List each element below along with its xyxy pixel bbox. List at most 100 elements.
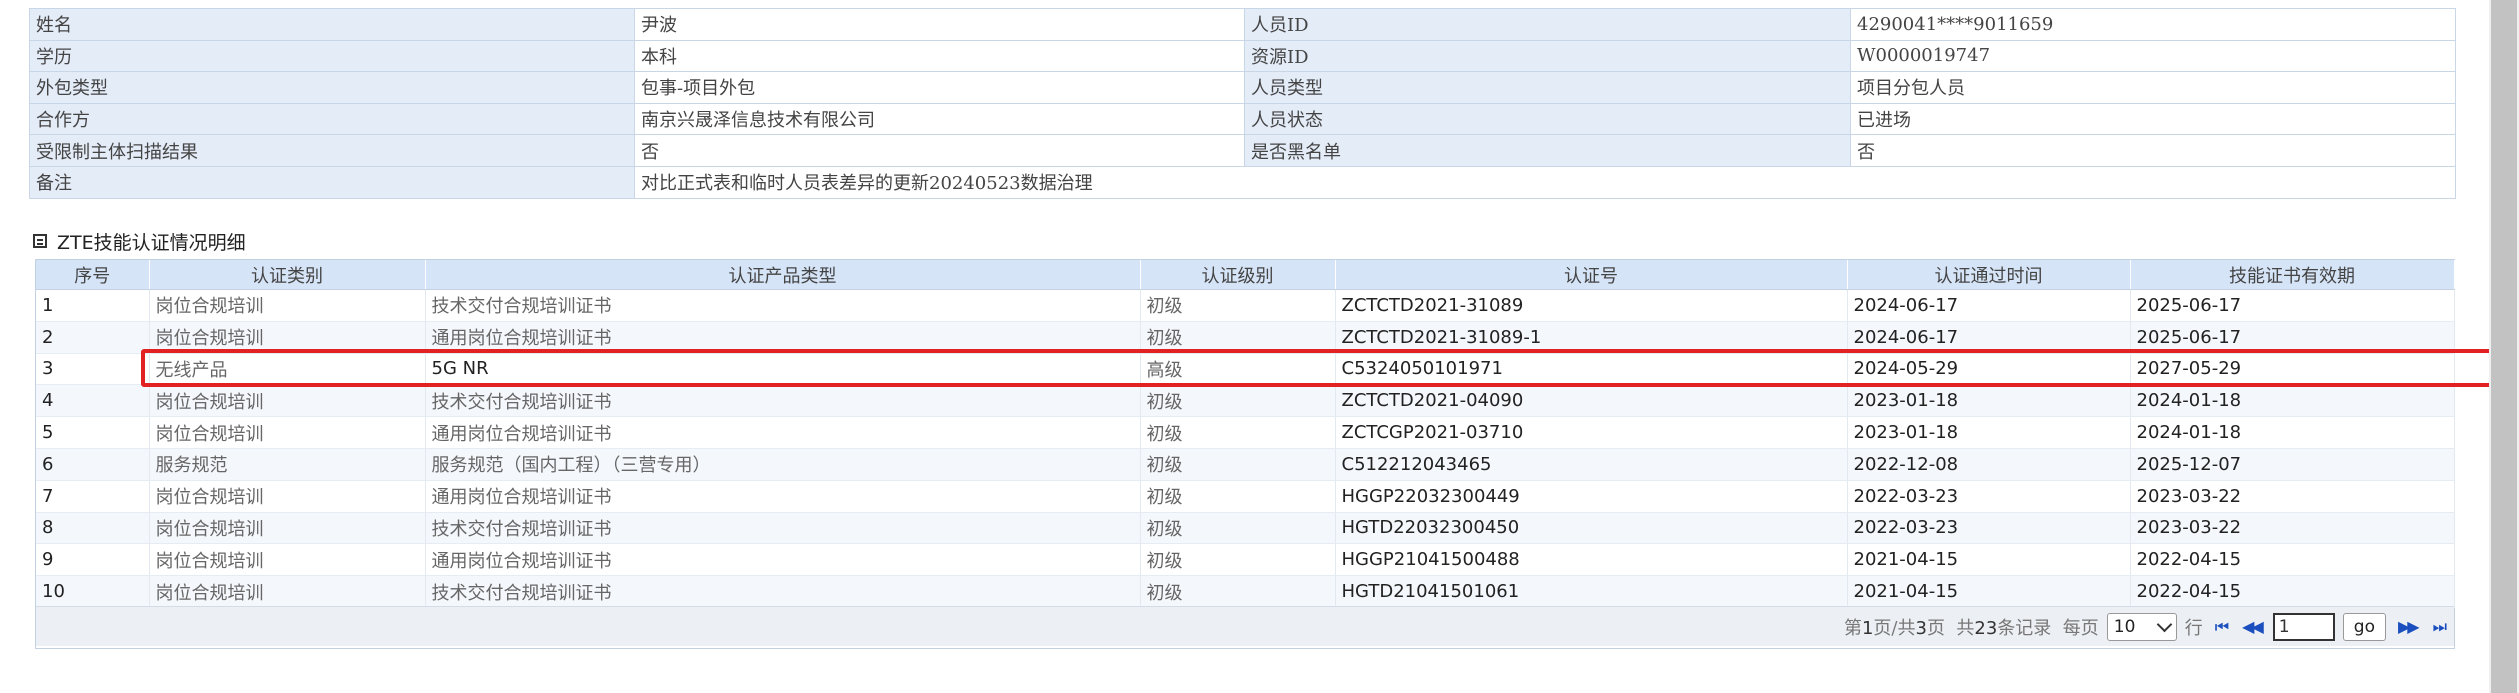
table-cell: 5 (36, 416, 150, 449)
table-cell: 2022-03-23 (1847, 480, 2131, 513)
table-cell: C512212043465 (1335, 448, 1848, 481)
table-cell: 2025-06-17 (2130, 321, 2455, 354)
table-cell: 岗位合规培训 (149, 416, 426, 449)
info-value: 对比正式表和临时人员表差异的更新20240523数据治理 (634, 165, 2456, 199)
scrollbar-thumb[interactable] (2491, 0, 2517, 693)
info-row: 外包类型 包事-项目外包 人员类型 项目分包人员 (29, 71, 2456, 104)
grid-header-row: 序号 认证类别 认证产品类型 认证级别 认证号 认证通过时间 技能证书有效期 (36, 260, 2455, 290)
collapse-icon[interactable] (33, 234, 47, 248)
table-cell: 技术交付合规培训证书 (425, 575, 1141, 608)
vertical-scrollbar[interactable] (2489, 0, 2519, 693)
info-label: 备注 (29, 165, 635, 199)
info-value: 包事-项目外包 (634, 71, 1245, 104)
table-cell: 技术交付合规培训证书 (425, 512, 1141, 545)
table-cell: 2022-12-08 (1847, 448, 2131, 481)
column-header[interactable]: 技能证书有效期 (2130, 260, 2455, 290)
personnel-info-table: 姓名 尹波 人员ID 4290041****9011659 学历 本科 资源ID W00000… (29, 8, 2456, 199)
table-row[interactable]: 7 岗位合规培训 通用岗位合规培训证书 初级 HGGP22032300449 2022-0… (36, 480, 2455, 513)
page-size-select[interactable]: 10 (2106, 612, 2177, 641)
last-page-icon[interactable]: ⏭ (2429, 617, 2448, 637)
section-header[interactable]: ZTE技能认证情况明细 (33, 229, 246, 254)
info-value: 已进场 (1850, 102, 2456, 136)
table-row[interactable]: 8 岗位合规培训 技术交付合规培训证书 初级 HGTD22032300450 2022-0… (36, 512, 2455, 545)
table-row[interactable]: 10 岗位合规培训 技术交付合规培训证书 初级 HGTD21041501061 2021-… (36, 575, 2455, 608)
table-cell: 2027-05-29 (2130, 353, 2455, 386)
table-cell: 初级 (1140, 480, 1336, 513)
table-cell: 10 (36, 575, 150, 608)
table-cell: 2025-12-07 (2130, 448, 2455, 481)
table-cell: 2024-06-17 (1847, 289, 2131, 322)
table-cell: 2023-03-22 (2130, 512, 2455, 545)
table-cell: 2024-05-29 (1847, 353, 2131, 386)
table-cell: 初级 (1140, 384, 1336, 418)
column-header[interactable]: 认证级别 (1140, 260, 1336, 290)
table-cell: 2 (36, 321, 150, 354)
table-cell: 2025-06-17 (2130, 289, 2455, 322)
table-cell: 服务规范（国内工程）（三营专用） (425, 448, 1141, 481)
table-cell: 2021-04-15 (1847, 575, 2131, 608)
prev-page-icon[interactable]: ◀◀ (2238, 617, 2265, 636)
table-cell: 无线产品 (149, 353, 426, 386)
table-cell: 高级 (1140, 353, 1336, 386)
table-cell: 通用岗位合规培训证书 (425, 321, 1141, 354)
info-value: 南京兴晟泽信息技术有限公司 (634, 102, 1245, 136)
table-cell: ZCTCTD2021-04090 (1335, 384, 1848, 418)
table-row[interactable]: 3 无线产品 5G NR 高级 C5324050101971 2024-05-29 2027… (36, 353, 2455, 386)
table-cell: ZCTCGP2021-03710 (1335, 416, 1848, 449)
table-cell: 岗位合规培训 (149, 289, 426, 322)
table-cell: 2023-03-22 (2130, 480, 2455, 513)
table-cell: 2022-04-15 (2130, 575, 2455, 608)
section-title: ZTE技能认证情况明细 (57, 231, 246, 254)
table-row[interactable]: 6 服务规范 服务规范（国内工程）（三营专用） 初级 C512212043465 2022… (36, 448, 2455, 481)
table-cell: 技术交付合规培训证书 (425, 384, 1141, 418)
page-number-input[interactable]: 1 (2272, 612, 2335, 641)
info-row: 合作方 南京兴晟泽信息技术有限公司 人员状态 已进场 (29, 102, 2456, 136)
table-cell: HGTD21041501061 (1335, 575, 1848, 608)
table-cell: 2022-03-23 (1847, 512, 2131, 545)
table-cell: 6 (36, 448, 150, 481)
next-page-icon[interactable]: ▶▶ (2394, 617, 2421, 636)
table-cell: 通用岗位合规培训证书 (425, 480, 1141, 513)
chevron-down-icon (2156, 616, 2173, 632)
info-label: 人员ID (1244, 8, 1851, 41)
info-label: 人员类型 (1244, 71, 1851, 104)
table-cell: HGTD22032300450 (1335, 512, 1848, 545)
column-header[interactable]: 认证通过时间 (1847, 260, 2131, 290)
info-label: 受限制主体扫描结果 (29, 134, 635, 167)
table-cell: 4 (36, 384, 150, 418)
column-header[interactable]: 序号 (36, 260, 150, 290)
info-label: 人员状态 (1244, 102, 1851, 136)
table-cell: ZCTCTD2021-31089-1 (1335, 321, 1848, 354)
table-cell: 5G NR (425, 353, 1141, 386)
column-header[interactable]: 认证产品类型 (425, 260, 1141, 290)
go-button[interactable]: go (2342, 612, 2386, 641)
table-row[interactable]: 1 岗位合规培训 技术交付合规培训证书 初级 ZCTCTD2021-31089 2024-… (36, 289, 2455, 322)
table-cell: 岗位合规培训 (149, 384, 426, 418)
table-row[interactable]: 2 岗位合规培训 通用岗位合规培训证书 初级 ZCTCTD2021-31089-1 202… (36, 321, 2455, 354)
table-row[interactable]: 5 岗位合规培训 通用岗位合规培训证书 初级 ZCTCGP2021-03710 2023-… (36, 416, 2455, 449)
first-page-icon[interactable]: ⏮ (2211, 617, 2230, 637)
table-cell: 9 (36, 543, 150, 577)
table-cell: 2023-01-18 (1847, 384, 2131, 418)
info-label: 姓名 (29, 8, 635, 41)
table-cell: 初级 (1140, 289, 1336, 322)
table-cell: 3 (36, 353, 150, 386)
table-row[interactable]: 9 岗位合规培训 通用岗位合规培训证书 初级 HGGP21041500488 2021-0… (36, 543, 2455, 577)
table-cell: C5324050101971 (1335, 353, 1848, 386)
table-cell: 岗位合规培训 (149, 575, 426, 608)
table-cell: 8 (36, 512, 150, 545)
table-cell: 服务规范 (149, 448, 426, 481)
table-cell: 2022-04-15 (2130, 543, 2455, 577)
table-cell: 初级 (1140, 416, 1336, 449)
table-cell: 2024-01-18 (2130, 384, 2455, 418)
column-header[interactable]: 认证类别 (149, 260, 426, 290)
table-cell: 岗位合规培训 (149, 543, 426, 577)
table-cell: 通用岗位合规培训证书 (425, 543, 1141, 577)
table-cell: 7 (36, 480, 150, 513)
column-header[interactable]: 认证号 (1335, 260, 1848, 290)
info-label: 合作方 (29, 102, 635, 136)
table-cell: 岗位合规培训 (149, 512, 426, 545)
table-row[interactable]: 4 岗位合规培训 技术交付合规培训证书 初级 ZCTCTD2021-04090 2023-… (36, 384, 2455, 418)
table-cell: 2024-01-18 (2130, 416, 2455, 449)
table-cell: HGGP21041500488 (1335, 543, 1848, 577)
